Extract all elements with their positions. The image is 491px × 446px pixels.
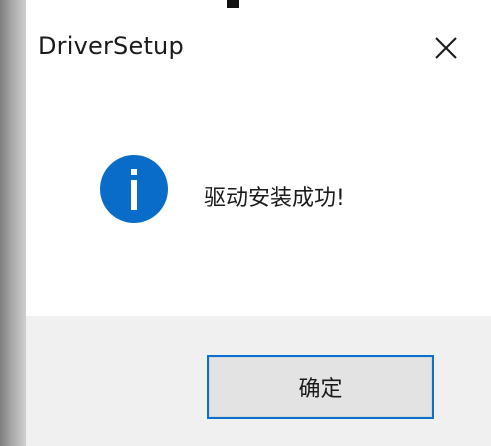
background-window-edge (0, 0, 26, 446)
ok-button[interactable]: 确定 (207, 355, 434, 419)
close-button[interactable] (420, 26, 472, 70)
info-icon (100, 155, 168, 223)
dialog-content: 驱动安装成功! (26, 84, 491, 316)
message-dialog: DriverSetup 驱动安装成功! 确定 (26, 8, 491, 446)
ok-button-label: 确定 (298, 377, 343, 402)
window-title: DriverSetup (38, 32, 184, 60)
close-icon (435, 37, 457, 59)
screen: DriverSetup 驱动安装成功! 确定 (0, 0, 491, 446)
title-bar[interactable]: DriverSetup (26, 8, 491, 84)
dialog-footer: 确定 (26, 316, 491, 446)
dialog-message: 驱动安装成功! (204, 186, 345, 211)
